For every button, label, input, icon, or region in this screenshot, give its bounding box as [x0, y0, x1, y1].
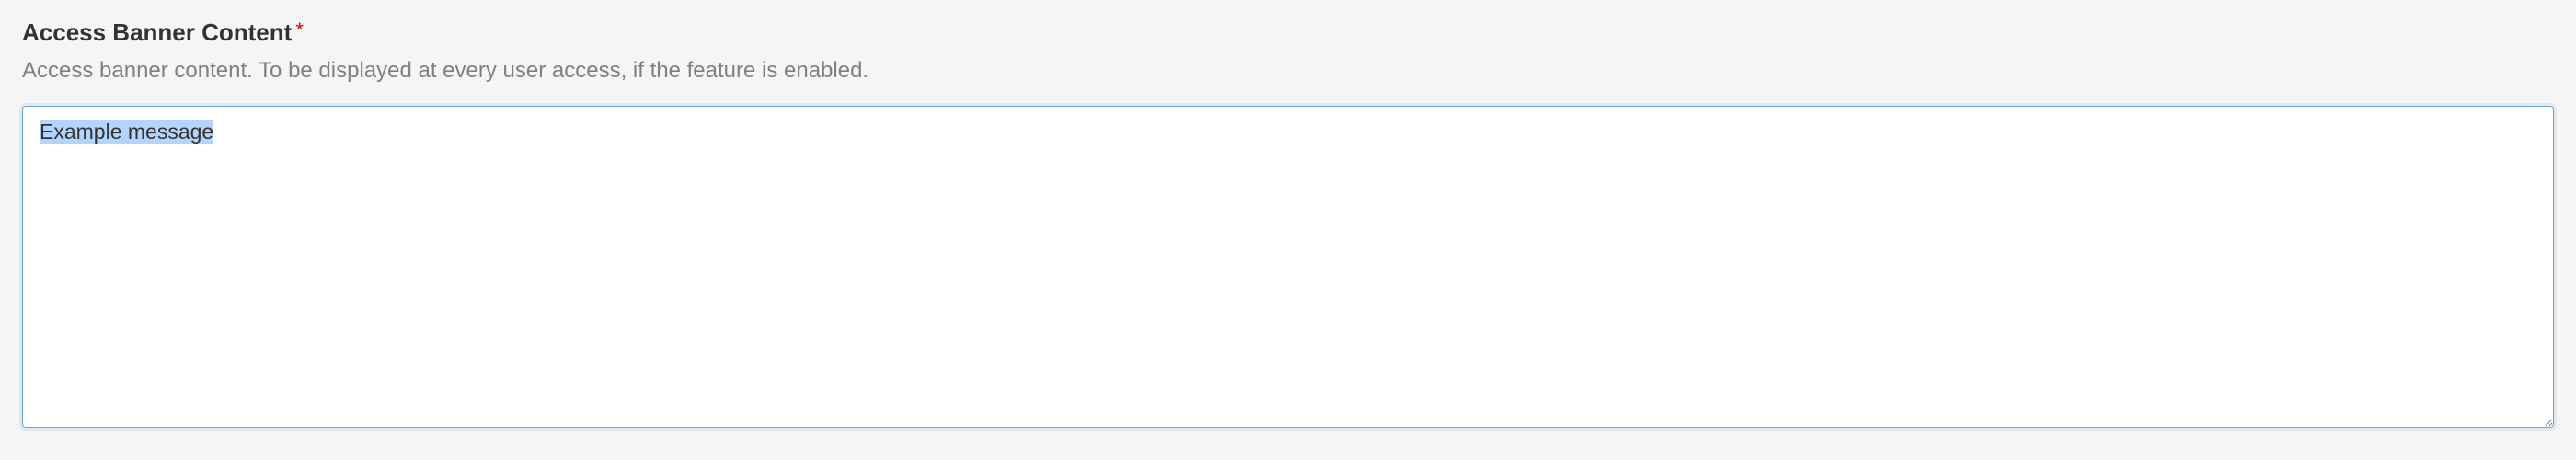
field-label-row: Access Banner Content* — [22, 18, 2554, 47]
required-indicator: * — [295, 18, 304, 41]
form-field-container: Access Banner Content* Access banner con… — [22, 18, 2554, 432]
field-label: Access Banner Content — [22, 18, 292, 47]
access-banner-content-textarea[interactable] — [22, 106, 2554, 428]
field-description: Access banner content. To be displayed a… — [22, 58, 2554, 84]
